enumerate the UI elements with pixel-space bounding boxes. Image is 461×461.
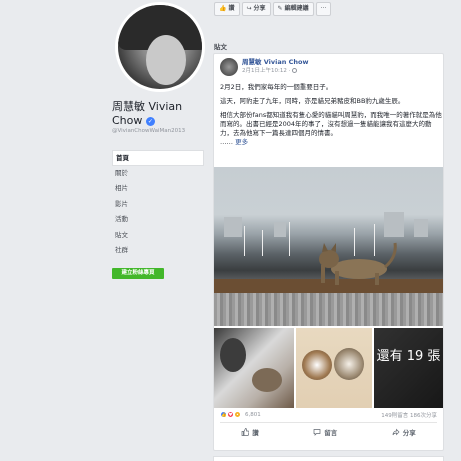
thumbs-up-icon: [241, 428, 250, 436]
posts-section-title: 貼文: [214, 43, 227, 51]
kitten-face: [302, 350, 332, 380]
page-action-bar: 👍 讚 ↪ 分享 ✎ 編輯建議 ···: [214, 2, 332, 16]
verified-badge-icon: ✓: [145, 116, 155, 126]
avatar-face: [146, 35, 186, 85]
post-stats[interactable]: 149則留言 186次分享: [381, 411, 437, 419]
post-actions: 讚 留言 分享: [214, 427, 443, 437]
comment-icon: [313, 429, 321, 436]
post-photo-thumbnail[interactable]: [296, 328, 372, 408]
share-page-label: 分享: [253, 5, 266, 12]
next-post-card: [213, 456, 444, 461]
like-page-button[interactable]: 👍 讚: [214, 2, 240, 16]
post-author-name[interactable]: 周慧敏 Vivian Chow: [242, 58, 309, 67]
divider: [220, 422, 437, 423]
comment-button[interactable]: 留言: [313, 427, 337, 437]
share-button-label: 分享: [402, 429, 416, 437]
post-photo-row: 還有 19 張: [214, 328, 443, 408]
post-timestamp[interactable]: 2月1日上午10:12 ·: [242, 67, 309, 75]
sidebar-item-about[interactable]: 關於: [112, 166, 204, 182]
skyline-building: [384, 212, 404, 237]
boat-mast: [262, 230, 263, 256]
share-page-button[interactable]: ↪ 分享: [241, 2, 271, 16]
suggest-edits-label: 編輯建議: [284, 5, 309, 12]
page-handle: @VivianChowWaiMan2013: [112, 128, 186, 134]
boat-mast: [244, 226, 245, 256]
ellipsis: ……: [220, 138, 233, 146]
love-reaction-icon: ♥: [227, 411, 234, 418]
more-options-button[interactable]: ···: [315, 2, 332, 16]
sidebar-item-videos[interactable]: 影片: [112, 197, 204, 213]
skyline-building: [274, 222, 286, 237]
sidebar-item-posts[interactable]: 貼文: [112, 228, 204, 244]
sidebar-item-photos[interactable]: 相片: [112, 181, 204, 197]
wow-reaction-icon: •: [234, 411, 241, 418]
post-card: 周慧敏 Vivian Chow 2月1日上午10:12 · 2月2日，我們家每年…: [213, 53, 444, 451]
pencil-icon: ✎: [277, 5, 283, 12]
suggest-edits-button[interactable]: ✎ 編輯建議: [272, 2, 314, 16]
share-icon: [392, 428, 400, 436]
more-photos-count: 還有 19 張: [374, 328, 443, 408]
post-photo-thumbnail[interactable]: [214, 328, 294, 408]
post-body: 2月2日，我們家每年的一個重要日子。 這天，阿豹走了九年，同時，亦是貓兄弟豬皮和…: [220, 83, 442, 152]
comment-button-label: 留言: [324, 429, 338, 437]
globe-icon: [292, 68, 298, 73]
post-time-text: 2月1日上午10:12 ·: [242, 68, 293, 74]
post-paragraph: 2月2日，我們家每年的一個重要日子。: [220, 83, 333, 91]
reaction-count: 6,801: [245, 411, 261, 418]
reactions-summary[interactable]: 👍 ♥ • 6,801: [220, 411, 261, 418]
skyline-building: [414, 219, 428, 237]
cat-illustration: [319, 242, 397, 285]
sidebar-nav: 首頁 關於 相片 影片 活動 貼文 社群: [112, 150, 204, 259]
like-button[interactable]: 讚: [241, 427, 259, 437]
sidebar-item-home[interactable]: 首頁: [112, 150, 204, 166]
like-page-label: 讚: [228, 5, 235, 12]
share-button[interactable]: 分享: [392, 427, 416, 437]
rocks: [214, 293, 443, 326]
post-paragraph: 這天，阿豹走了九年，同時，亦是貓兄弟豬皮和BB豹九歲生辰。: [220, 97, 405, 105]
post-main-photo[interactable]: [214, 167, 443, 326]
skyline-building: [224, 217, 242, 237]
share-icon: ↪: [246, 5, 252, 12]
cat-silhouette: [252, 368, 282, 392]
post-header: 周慧敏 Vivian Chow 2月1日上午10:12 ·: [220, 58, 309, 76]
page-name[interactable]: 周慧敏 Vivian Chow ✓: [112, 100, 202, 128]
sidebar-item-community[interactable]: 社群: [112, 243, 204, 259]
like-button-label: 讚: [252, 429, 259, 437]
see-more-link[interactable]: 更多: [235, 138, 248, 146]
person-silhouette: [220, 338, 246, 372]
profile-picture[interactable]: [115, 2, 205, 92]
post-paragraph: 相信大部份fans都知道我有隻心愛的貓貓叫周慧豹，而我唯一的著作就是為他而寫的。…: [220, 111, 442, 147]
thumbs-up-icon: 👍: [219, 5, 227, 12]
boat-mast: [289, 222, 290, 256]
post-author-avatar[interactable]: [220, 58, 238, 76]
kitten-face: [334, 348, 364, 380]
like-reaction-icon: 👍: [220, 411, 227, 418]
sidebar-item-events[interactable]: 活動: [112, 212, 204, 228]
more-photos-tile[interactable]: 還有 19 張: [374, 328, 443, 408]
post-paragraph-text: 相信大部份fans都知道我有隻心愛的貓貓叫周慧豹，而我唯一的著作就是為他而寫的。…: [220, 111, 442, 137]
create-page-button[interactable]: 建立粉絲專頁: [112, 268, 164, 279]
